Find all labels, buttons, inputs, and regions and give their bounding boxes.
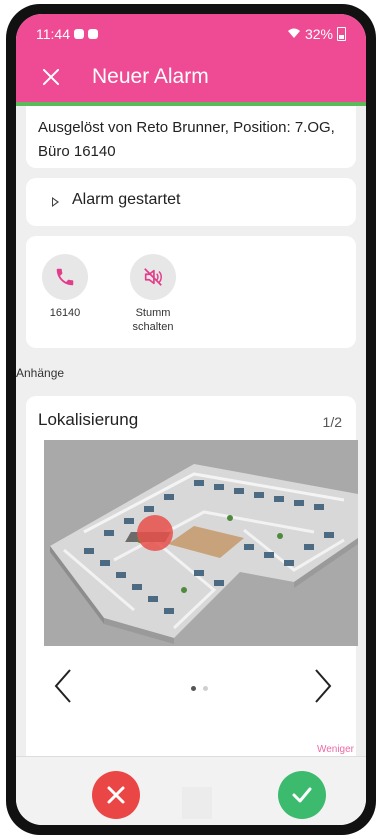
- accept-button[interactable]: [278, 771, 326, 819]
- next-button[interactable]: [308, 666, 338, 706]
- check-icon: [292, 787, 312, 803]
- less-link[interactable]: Weniger: [317, 744, 354, 755]
- floor-plan-image[interactable]: [44, 440, 358, 646]
- trigger-info-card: Ausgelöst von Reto Brunner, Position: 7.…: [26, 106, 356, 168]
- app-bar: 11:44 32% Neuer Alarm: [16, 14, 366, 102]
- call-button[interactable]: [42, 254, 88, 300]
- alarm-location-marker: [137, 515, 173, 551]
- mute-button[interactable]: [130, 254, 176, 300]
- page-indicator: 1/2: [322, 414, 342, 430]
- close-icon: [107, 786, 125, 804]
- localization-card: Lokalisierung 1/2: [26, 396, 358, 766]
- attachments-section-label: Anhänge: [16, 366, 65, 380]
- localization-title: Lokalisierung: [38, 410, 139, 429]
- actions-card: 16140 Stumm schalten: [26, 236, 356, 348]
- previous-button[interactable]: [48, 666, 78, 706]
- status-right-group: 32%: [287, 26, 346, 42]
- notification-icon: [88, 29, 98, 39]
- battery-icon: [337, 27, 346, 41]
- wifi-icon: [287, 26, 301, 42]
- notification-icon: [74, 29, 84, 39]
- chevron-left-icon: [54, 669, 71, 703]
- chevron-right-icon: [315, 669, 332, 703]
- page-title: Neuer Alarm: [92, 65, 209, 88]
- title-row: Neuer Alarm: [16, 60, 366, 100]
- status-time: 11:44: [36, 26, 70, 42]
- reject-button[interactable]: [92, 771, 140, 819]
- phone-frame: 11:44 32% Neuer Alarm Ausgelöst von Reto…: [6, 4, 376, 835]
- expand-triangle-icon: [52, 197, 59, 207]
- status-time-group: 11:44: [36, 26, 98, 42]
- pagination-dot[interactable]: [203, 686, 208, 691]
- action-bar: [16, 756, 366, 825]
- background-placeholder: [182, 787, 212, 819]
- alarm-status-label: Alarm gestartet: [72, 191, 181, 208]
- pagination-dot[interactable]: [191, 686, 196, 691]
- floor-plan-illustration: [44, 440, 358, 646]
- alarm-status-row[interactable]: Alarm gestartet: [26, 178, 356, 226]
- mute-icon: [144, 268, 162, 286]
- phone-icon: [56, 268, 74, 286]
- close-icon[interactable]: [42, 68, 60, 86]
- status-bar: 11:44 32%: [36, 26, 346, 46]
- screen: 11:44 32% Neuer Alarm Ausgelöst von Reto…: [16, 14, 366, 825]
- mute-label: Stumm schalten: [132, 307, 174, 333]
- call-label: 16140: [49, 307, 81, 319]
- status-battery: 32%: [304, 26, 333, 42]
- pagination-dots: [191, 686, 208, 691]
